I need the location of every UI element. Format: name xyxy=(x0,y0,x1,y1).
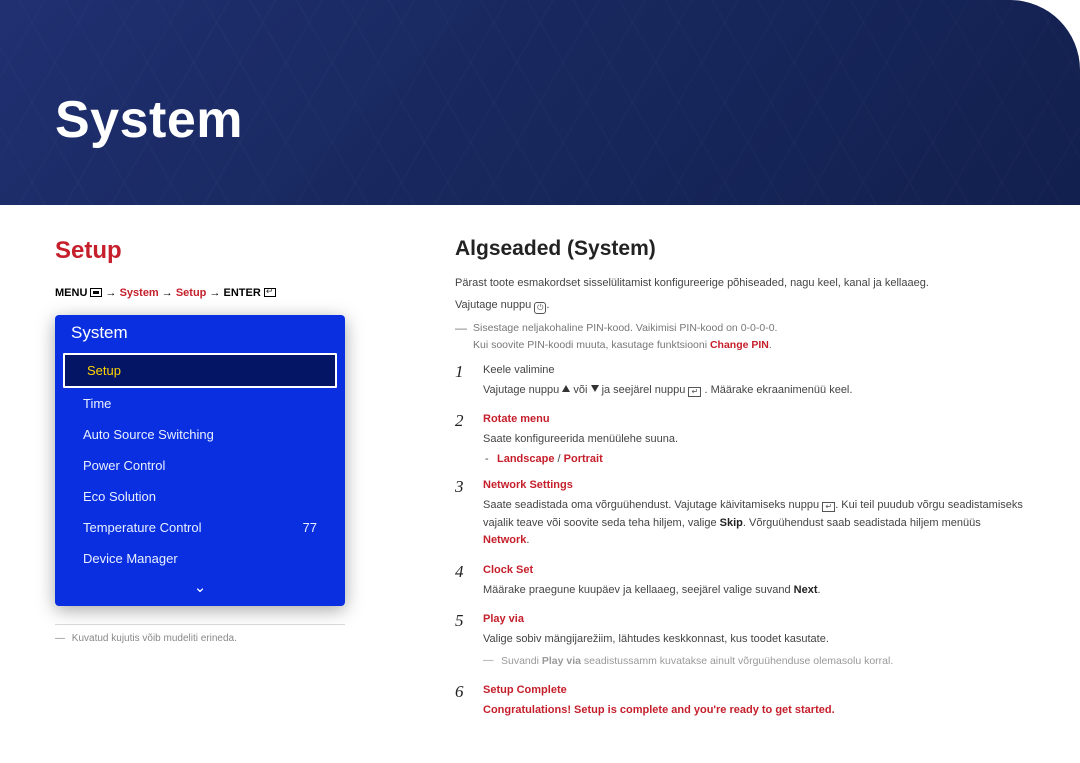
osd-item-label: Setup xyxy=(87,363,121,378)
osd-item-device-manager[interactable]: Device Manager xyxy=(61,543,339,574)
setup-steps: Keele valimine Vajutage nuppu või ja see… xyxy=(455,364,1025,720)
osd-item-auto-source[interactable]: Auto Source Switching xyxy=(61,419,339,450)
intro-paragraph: Pärast toote esmakordset sisselülitamist… xyxy=(455,275,1025,293)
osd-item-label: Temperature Control xyxy=(83,520,202,535)
menu-icon xyxy=(90,288,102,297)
menu-path: MENU → System → Setup → ENTER xyxy=(55,287,345,299)
press-button-line: Vajutage nuppu . xyxy=(455,297,1025,315)
osd-scroll-down[interactable]: ⌄ xyxy=(55,574,345,596)
enter-label: ENTER xyxy=(224,287,261,299)
step-title: Network Settings xyxy=(483,479,1025,491)
osd-item-eco-solution[interactable]: Eco Solution xyxy=(61,481,339,512)
network-label: Network xyxy=(483,534,526,546)
step-options: Landscape / Portrait xyxy=(483,453,1025,465)
step-body: Vajutage nuppu või ja seejärel nuppu . M… xyxy=(483,382,1025,400)
page-content: Setup MENU → System → Setup → ENTER Syst… xyxy=(0,205,1080,733)
chevron-down-icon: ⌄ xyxy=(194,579,207,596)
step-title: Setup Complete xyxy=(483,684,1025,696)
chapter-banner: System xyxy=(0,0,1080,205)
next-label: Next xyxy=(794,584,818,596)
step-body: Saate seadistada oma võrguühendust. Vaju… xyxy=(483,497,1025,550)
step-body: Saate konfigureerida menüülehe suuna. xyxy=(483,431,1025,449)
osd-item-setup[interactable]: Setup xyxy=(63,353,337,388)
osd-title: System xyxy=(55,315,345,353)
step-title: Play via xyxy=(483,613,1025,625)
osd-item-label: Auto Source Switching xyxy=(83,427,214,442)
step-4: Clock Set Määrake praegune kuupäev ja ke… xyxy=(455,564,1025,600)
congrats-message: Congratulations! Setup is complete and y… xyxy=(483,702,1025,720)
triangle-down-icon xyxy=(591,385,599,392)
image-footnote: ― Kuvatud kujutis võib mudeliti erineda. xyxy=(55,633,345,644)
enter-icon xyxy=(688,387,701,397)
section-heading-setup: Setup xyxy=(55,237,345,265)
power-icon xyxy=(534,302,546,314)
step-title: Keele valimine xyxy=(483,364,1025,376)
step-2: Rotate menu Saate konfigureerida menüüle… xyxy=(455,413,1025,465)
skip-label: Skip xyxy=(720,517,743,529)
osd-item-value: 77 xyxy=(303,520,317,535)
osd-item-label: Eco Solution xyxy=(83,489,156,504)
osd-item-temperature-control[interactable]: Temperature Control 77 xyxy=(61,512,339,543)
footnote-divider xyxy=(55,624,345,625)
change-pin-label: Change PIN xyxy=(710,339,769,351)
step-title: Clock Set xyxy=(483,564,1025,576)
osd-item-label: Time xyxy=(83,396,111,411)
osd-panel: System Setup Time Auto Source Switching … xyxy=(55,315,345,606)
section-heading: Algseaded (System) xyxy=(455,237,1025,261)
play-via-note: Suvandi Play via seadistussamm kuvatakse… xyxy=(483,653,1025,670)
enter-icon xyxy=(264,288,276,297)
step-6: Setup Complete Congratulations! Setup is… xyxy=(455,684,1025,720)
menu-label: MENU xyxy=(55,287,87,299)
pin-note: Sisestage neljakohaline PIN-kood. Vaikim… xyxy=(455,320,1025,354)
chapter-title: System xyxy=(55,90,243,150)
osd-item-label: Device Manager xyxy=(83,551,178,566)
step-body: Valige sobiv mängijarežiim, lähtudes kes… xyxy=(483,631,1025,649)
right-column: Algseaded (System) Pärast toote esmakord… xyxy=(455,237,1025,733)
osd-item-time[interactable]: Time xyxy=(61,388,339,419)
menu-path-part: System xyxy=(120,287,159,299)
triangle-up-icon xyxy=(562,385,570,392)
enter-icon xyxy=(822,502,835,512)
osd-item-power-control[interactable]: Power Control xyxy=(61,450,339,481)
step-title: Rotate menu xyxy=(483,413,1025,425)
step-body: Määrake praegune kuupäev ja kellaaeg, se… xyxy=(483,582,1025,600)
left-column: Setup MENU → System → Setup → ENTER Syst… xyxy=(55,237,345,733)
menu-path-part: Setup xyxy=(176,287,207,299)
step-5: Play via Valige sobiv mängijarežiim, läh… xyxy=(455,613,1025,669)
step-3: Network Settings Saate seadistada oma võ… xyxy=(455,479,1025,550)
step-1: Keele valimine Vajutage nuppu või ja see… xyxy=(455,364,1025,400)
osd-item-label: Power Control xyxy=(83,458,165,473)
